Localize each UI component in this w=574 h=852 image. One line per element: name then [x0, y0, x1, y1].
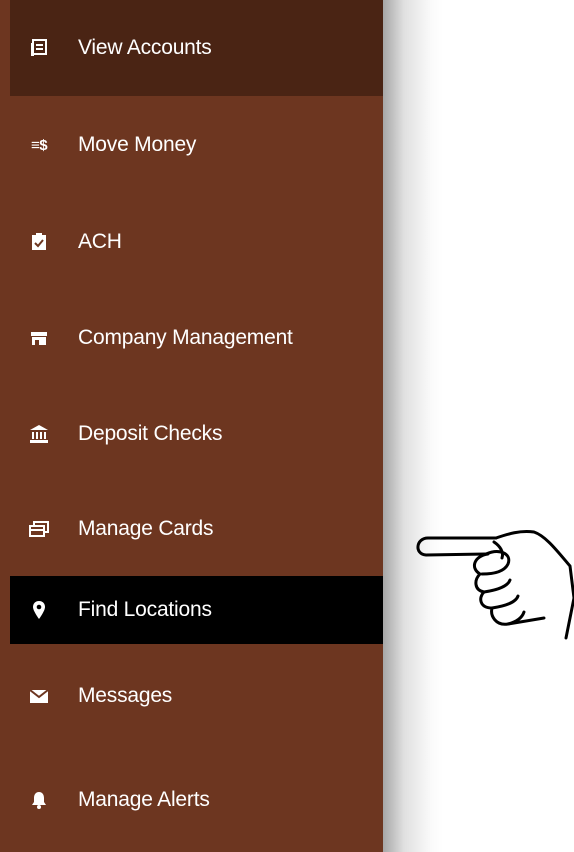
- menu-item-label: Deposit Checks: [78, 422, 223, 445]
- side-navigation-menu: View Accounts ≡$ Move Money ACH Company …: [0, 0, 383, 852]
- menu-item-label: Move Money: [78, 133, 197, 156]
- menu-item-label: Manage Alerts: [78, 788, 210, 811]
- menu-item-company-management[interactable]: Company Management: [10, 290, 383, 386]
- transfer-dollar-icon: ≡$: [30, 136, 48, 154]
- menu-item-deposit-checks[interactable]: Deposit Checks: [10, 386, 383, 482]
- menu-item-ach[interactable]: ACH: [10, 194, 383, 290]
- store-icon: [28, 327, 50, 349]
- bell-icon: [28, 789, 50, 811]
- menu-item-manage-cards[interactable]: Manage Cards: [10, 482, 383, 576]
- menu-item-label: Manage Cards: [78, 517, 214, 540]
- location-pin-icon: [28, 599, 50, 621]
- menu-item-messages[interactable]: Messages: [10, 644, 383, 748]
- menu-item-find-locations[interactable]: Find Locations: [10, 576, 383, 644]
- pointing-hand-icon: [416, 530, 574, 640]
- menu-item-label: View Accounts: [78, 36, 212, 59]
- clipboard-check-icon: [28, 231, 50, 253]
- menu-item-label: Company Management: [78, 326, 293, 349]
- menu-item-manage-alerts[interactable]: Manage Alerts: [10, 748, 383, 852]
- credit-cards-icon: [28, 518, 50, 540]
- menu-drop-shadow: [383, 0, 443, 852]
- menu-item-label: Messages: [78, 684, 173, 707]
- menu-item-view-accounts[interactable]: View Accounts: [10, 0, 383, 96]
- accounts-icon: [28, 37, 50, 59]
- bank-icon: [28, 423, 50, 445]
- envelope-icon: [28, 685, 50, 707]
- menu-item-label: Find Locations: [78, 598, 212, 621]
- menu-item-move-money[interactable]: ≡$ Move Money: [10, 96, 383, 194]
- menu-item-label: ACH: [78, 230, 122, 253]
